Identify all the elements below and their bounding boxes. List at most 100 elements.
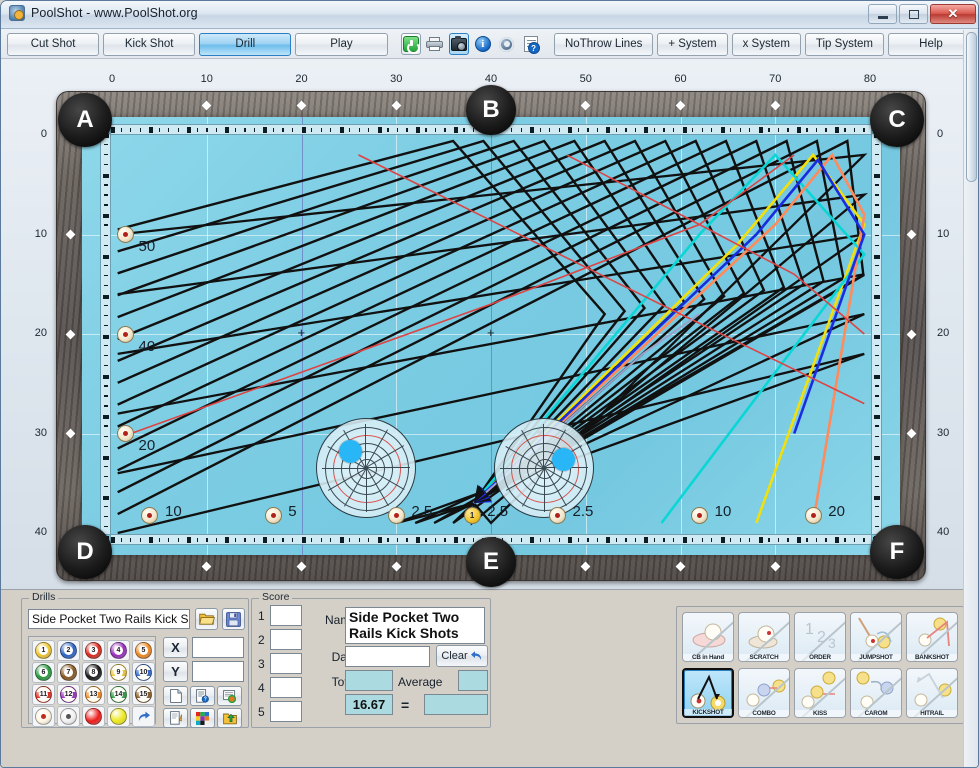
ruler-tick: [711, 128, 713, 132]
close-button[interactable]: ✕: [930, 4, 976, 24]
shot-type-kickshot[interactable]: KICKSHOT: [682, 668, 734, 718]
tab-drill[interactable]: Drill: [199, 32, 292, 56]
x-system-button[interactable]: x System: [731, 32, 801, 56]
score-row-input-1[interactable]: [270, 605, 302, 626]
drill-yellow-ball[interactable]: [107, 706, 130, 727]
rail-ball-bottom-4[interactable]: [548, 506, 566, 524]
window-title: PoolShot - www.PoolShot.org: [31, 6, 198, 20]
y-label-button[interactable]: Y: [163, 661, 188, 682]
plus-system-button[interactable]: + System: [657, 32, 728, 56]
drill-name-input[interactable]: Side Pocket Two Rails Kick Shot: [28, 609, 190, 629]
drill-ball-7[interactable]: 7: [57, 662, 80, 683]
edit-notes-button[interactable]: [163, 708, 188, 728]
drill-ball-8[interactable]: 8: [82, 662, 105, 683]
rail-ball-left-20[interactable]: [116, 425, 134, 442]
drill-ball-12[interactable]: 12: [57, 684, 80, 705]
drill-ball-2[interactable]: 2: [57, 640, 80, 661]
power-button[interactable]: [400, 33, 421, 55]
maximize-button[interactable]: [899, 4, 928, 24]
pocket-f[interactable]: F: [870, 525, 924, 579]
average-value[interactable]: [458, 670, 488, 691]
pool-table[interactable]: + + 50 40 20 10 5 2.5 2.5 2.5 10 20 A B C D E F: [56, 85, 926, 587]
color-palette-button[interactable]: [190, 708, 215, 728]
print-button[interactable]: [425, 33, 445, 55]
camera-button[interactable]: [448, 33, 469, 55]
score-name-input[interactable]: Side Pocket Two Rails Kick Shots: [345, 607, 485, 644]
tip-system-button[interactable]: Tip System: [804, 32, 884, 56]
shot-type-order[interactable]: 1 2 3 ORDER: [794, 612, 846, 662]
score-row-input-2[interactable]: [270, 629, 302, 650]
shot-type-kiss[interactable]: KISS: [794, 668, 846, 718]
x-input[interactable]: [192, 637, 244, 658]
nothrow-lines-button[interactable]: NoThrow Lines: [554, 32, 654, 56]
drill-ball-3[interactable]: 3: [82, 640, 105, 661]
scrollbar-thumb[interactable]: [966, 32, 977, 182]
save-drill-button[interactable]: [222, 608, 245, 630]
shot-type-jumpshot[interactable]: JUMPSHOT: [850, 612, 902, 662]
export-folder-button[interactable]: [217, 708, 242, 728]
pocket-e[interactable]: E: [466, 537, 516, 587]
drill-ball-1[interactable]: 1: [32, 640, 55, 661]
info-button[interactable]: i: [473, 33, 493, 55]
pocket-b[interactable]: B: [466, 85, 516, 135]
ball-palette[interactable]: 1 2 3 4 5 6 7 8 9 10 11 12 13 14 15: [28, 636, 156, 727]
shot-type-cb-in-hand[interactable]: CB in Hand: [682, 612, 734, 662]
drill-red-ball[interactable]: [82, 706, 105, 727]
drill-ball-9[interactable]: 9: [107, 662, 130, 683]
rail-ball-bottom-5[interactable]: [690, 506, 708, 524]
shot-type-combo[interactable]: COMBO: [738, 668, 790, 718]
score-date-input[interactable]: [345, 646, 430, 667]
drill-cue-ball-red-dot[interactable]: [32, 706, 55, 727]
tab-cut-shot[interactable]: Cut Shot: [7, 32, 100, 56]
drill-ball-5[interactable]: 5: [132, 640, 155, 661]
y-input[interactable]: [192, 661, 244, 682]
open-drill-button[interactable]: [195, 608, 218, 630]
multiplier-value[interactable]: 16.67: [345, 694, 393, 715]
tab-kick-shot[interactable]: Kick Shot: [103, 32, 196, 56]
rail-ball-bottom-2[interactable]: [387, 506, 405, 524]
drill-ball-6[interactable]: 6: [32, 662, 55, 683]
score-row-input-4[interactable]: [270, 677, 302, 698]
result-value[interactable]: [424, 694, 488, 715]
pocket-c[interactable]: C: [870, 93, 924, 147]
score-row-input-3[interactable]: [270, 653, 302, 674]
drill-ball-14[interactable]: 14: [107, 684, 130, 705]
rail-ball-bottom-1[interactable]: [264, 506, 282, 524]
shot-type-scratch[interactable]: SCRATCH: [738, 612, 790, 662]
minimize-button[interactable]: [868, 4, 897, 24]
score-row-input-5[interactable]: [270, 701, 302, 722]
pocket-d[interactable]: D: [58, 525, 112, 579]
shot-type-carom[interactable]: CAROM: [850, 668, 902, 718]
shot-type-bankshot[interactable]: BANKSHOT: [906, 612, 958, 662]
report-button[interactable]: [217, 686, 242, 706]
rail-ball-left-40[interactable]: [116, 325, 134, 343]
table-bed[interactable]: + + 50 40 20 10 5 2.5 2.5 2.5 10 20: [82, 117, 900, 555]
drill-ball-11[interactable]: 11: [32, 684, 55, 705]
total-value[interactable]: [345, 670, 393, 691]
drill-ball-15[interactable]: 15: [132, 684, 155, 705]
rail-ball-left-50[interactable]: [116, 226, 134, 243]
clear-button[interactable]: Clear: [436, 645, 488, 667]
aim-dot[interactable]: [551, 447, 575, 471]
rail-ball-one[interactable]: [463, 506, 481, 524]
drill-ball-13[interactable]: 13: [82, 684, 105, 705]
rail-ball-bottom-6[interactable]: [804, 506, 822, 524]
help-button[interactable]: Help: [888, 32, 974, 56]
pocket-a[interactable]: A: [58, 93, 112, 147]
ruler-tick: [787, 128, 789, 132]
shot-type-hitrail[interactable]: HITRAIL: [906, 668, 958, 718]
tab-play[interactable]: Play: [295, 32, 388, 56]
ruler-tick: [415, 537, 420, 543]
rail-ball-bottom-0[interactable]: [141, 506, 159, 524]
drill-ball-10[interactable]: 10: [132, 662, 155, 683]
doc-help-button[interactable]: ?: [190, 686, 215, 706]
new-document-button[interactable]: [163, 686, 188, 706]
drill-cue-ball-grey-dot[interactable]: [57, 706, 80, 727]
x-label-button[interactable]: X: [163, 637, 188, 658]
help-doc-button[interactable]: [521, 33, 541, 55]
drill-undo-button[interactable]: [132, 706, 155, 727]
settings-button[interactable]: [497, 33, 517, 55]
drill-ball-4[interactable]: 4: [107, 640, 130, 661]
aim-target-left[interactable]: [315, 418, 416, 519]
window-scrollbar[interactable]: [963, 30, 978, 767]
